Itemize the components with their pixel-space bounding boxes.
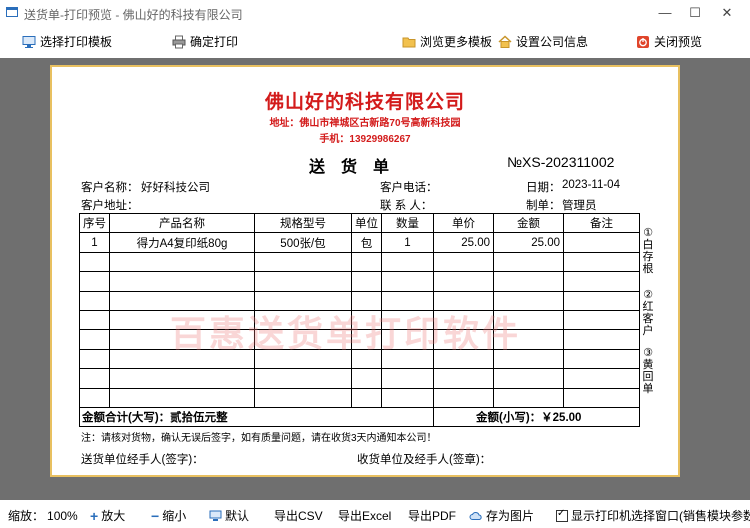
save-image-button[interactable]: 存为图片 <box>469 507 534 524</box>
preview-area[interactable]: 佛山好的科技有限公司 地址：佛山市禅城区古新路70号高新科技园 手机：13929… <box>0 58 750 500</box>
total-lower: 金额(小写)：￥25.00 <box>433 406 640 427</box>
toolbar: 选择打印模板 确定打印 浏览更多模板 设置公司信息 关闭预览 <box>0 26 750 58</box>
company-settings-label: 设置公司信息 <box>516 35 589 49</box>
zoom-out-label: 缩小 <box>162 509 187 523</box>
cloud-icon <box>469 511 482 520</box>
col-remark: 备注 <box>563 212 640 234</box>
contact-label: 联 系 人： <box>380 200 433 212</box>
date-value: 2023-11-04 <box>562 179 620 191</box>
confirm-print-label: 确定打印 <box>190 35 239 49</box>
close-window-button[interactable]: ✕ <box>712 2 742 24</box>
home-icon <box>498 35 512 48</box>
customer-address-label: 客户地址： <box>81 200 139 212</box>
maximize-button[interactable]: ☐ <box>680 2 710 24</box>
cell-qty: 1 <box>381 232 434 253</box>
app-icon <box>6 7 18 17</box>
show-printer-dialog-checkbox[interactable]: 显示打印机选择窗口(销售模块参数) <box>556 507 750 524</box>
side-note-white: ①白存根 <box>642 227 654 275</box>
status-bar: 缩放： 100% + 放大 − 缩小 默认 导出CSV 导出Excel 导出PDF… <box>0 500 750 528</box>
table-row <box>79 387 640 408</box>
table-row <box>79 368 640 389</box>
col-qty: 数量 <box>381 212 434 234</box>
col-index: 序号 <box>79 212 110 234</box>
maker-label: 制单： <box>526 200 561 212</box>
total-upper: 金额合计(大写)：贰拾伍元整 <box>79 406 434 427</box>
table-header: 序号 产品名称 规格型号 单位 数量 单价 金额 备注 <box>79 212 640 234</box>
zoom-value: 100% <box>47 508 78 523</box>
export-csv-button[interactable]: 导出CSV <box>274 507 323 524</box>
cell-spec: 500张/包 <box>254 232 352 253</box>
footnote: 注：请核对货物，确认无误后签字，如有质量问题，请在收货3天内通知本公司！ <box>81 433 437 444</box>
show-printer-dialog-label: 显示打印机选择窗口(销售模块参数) <box>571 509 750 523</box>
maker-value: 管理员 <box>562 200 597 212</box>
monitor-icon <box>22 36 36 48</box>
customer-phone-label: 客户电话： <box>380 182 438 194</box>
table-row <box>79 271 640 292</box>
export-excel-button[interactable]: 导出Excel <box>338 507 391 524</box>
close-preview-label: 关闭预览 <box>654 35 703 49</box>
cell-index: 1 <box>79 232 110 253</box>
document-title: 送 货 单 <box>308 159 395 176</box>
monitor-icon <box>209 510 222 521</box>
company-name: 佛山好的科技有限公司 <box>264 92 465 113</box>
receiver-signature: 收货单位及经手人(签章)： <box>357 454 492 466</box>
checkbox-checked[interactable] <box>556 508 568 522</box>
col-unit: 单位 <box>351 212 382 234</box>
side-note-yellow: ③黄回单 <box>642 347 654 395</box>
printer-icon <box>172 35 186 49</box>
zoom-out-button[interactable]: − 缩小 <box>151 507 186 524</box>
close-preview-button[interactable]: 关闭预览 <box>636 32 702 52</box>
delivery-note-page: 佛山好的科技有限公司 地址：佛山市禅城区古新路70号高新科技园 手机：13929… <box>50 65 680 477</box>
title-bar: 送货单-打印预览 - 佛山好的科技有限公司 — ☐ ✕ <box>0 0 750 26</box>
plus-icon: + <box>90 507 99 524</box>
confirm-print-button[interactable]: 确定打印 <box>172 32 238 52</box>
select-template-label: 选择打印模板 <box>40 35 113 49</box>
default-label: 默认 <box>225 509 250 523</box>
browse-templates-button[interactable]: 浏览更多模板 <box>402 32 492 52</box>
date-label: 日期： <box>526 182 561 194</box>
zoom-label-text: 缩放： <box>8 509 45 523</box>
minimize-button[interactable]: — <box>650 2 680 24</box>
total-row: 金额合计(大写)：贰拾伍元整 金额(小写)：￥25.00 <box>79 406 640 427</box>
sender-signature: 送货单位经手人(签字)： <box>81 454 204 466</box>
zoom-label: 缩放： 100% <box>8 507 78 524</box>
col-price: 单价 <box>433 212 494 234</box>
power-icon <box>637 36 649 48</box>
cell-product: 得力A4复印纸80g <box>109 232 255 253</box>
side-note-red: ②红客户 <box>642 289 654 337</box>
default-zoom-button[interactable]: 默认 <box>209 507 249 524</box>
col-product: 产品名称 <box>109 212 255 234</box>
cell-unit: 包 <box>351 232 382 253</box>
company-address: 地址：佛山市禅城区古新路70号高新科技园 <box>269 118 461 129</box>
table-row <box>79 251 640 273</box>
watermark: 百惠送货单打印软件 <box>170 313 522 354</box>
browse-templates-label: 浏览更多模板 <box>420 35 493 49</box>
col-amount: 金额 <box>493 212 564 234</box>
window-title: 送货单-打印预览 - 佛山好的科技有限公司 <box>24 8 243 22</box>
customer-name-label: 客户名称： <box>81 182 139 194</box>
col-spec: 规格型号 <box>254 212 352 234</box>
folder-icon <box>402 37 416 48</box>
cell-remark <box>563 232 640 253</box>
cell-amount: 25.00 <box>493 232 564 253</box>
cell-price: 25.00 <box>433 232 494 253</box>
company-phone: 手机：13929986267 <box>319 134 411 145</box>
export-pdf-button[interactable]: 导出PDF <box>408 507 456 524</box>
company-settings-button[interactable]: 设置公司信息 <box>498 32 588 52</box>
customer-name: 好好科技公司 <box>141 182 210 194</box>
minus-icon: − <box>151 507 160 524</box>
zoom-in-button[interactable]: + 放大 <box>90 507 125 524</box>
zoom-in-label: 放大 <box>101 509 126 523</box>
select-template-button[interactable]: 选择打印模板 <box>22 32 112 52</box>
save-image-label: 存为图片 <box>486 509 535 523</box>
table-row: 1 得力A4复印纸80g 500张/包 包 1 25.00 25.00 <box>79 232 640 253</box>
document-number: №XS-202311002 <box>507 154 615 170</box>
